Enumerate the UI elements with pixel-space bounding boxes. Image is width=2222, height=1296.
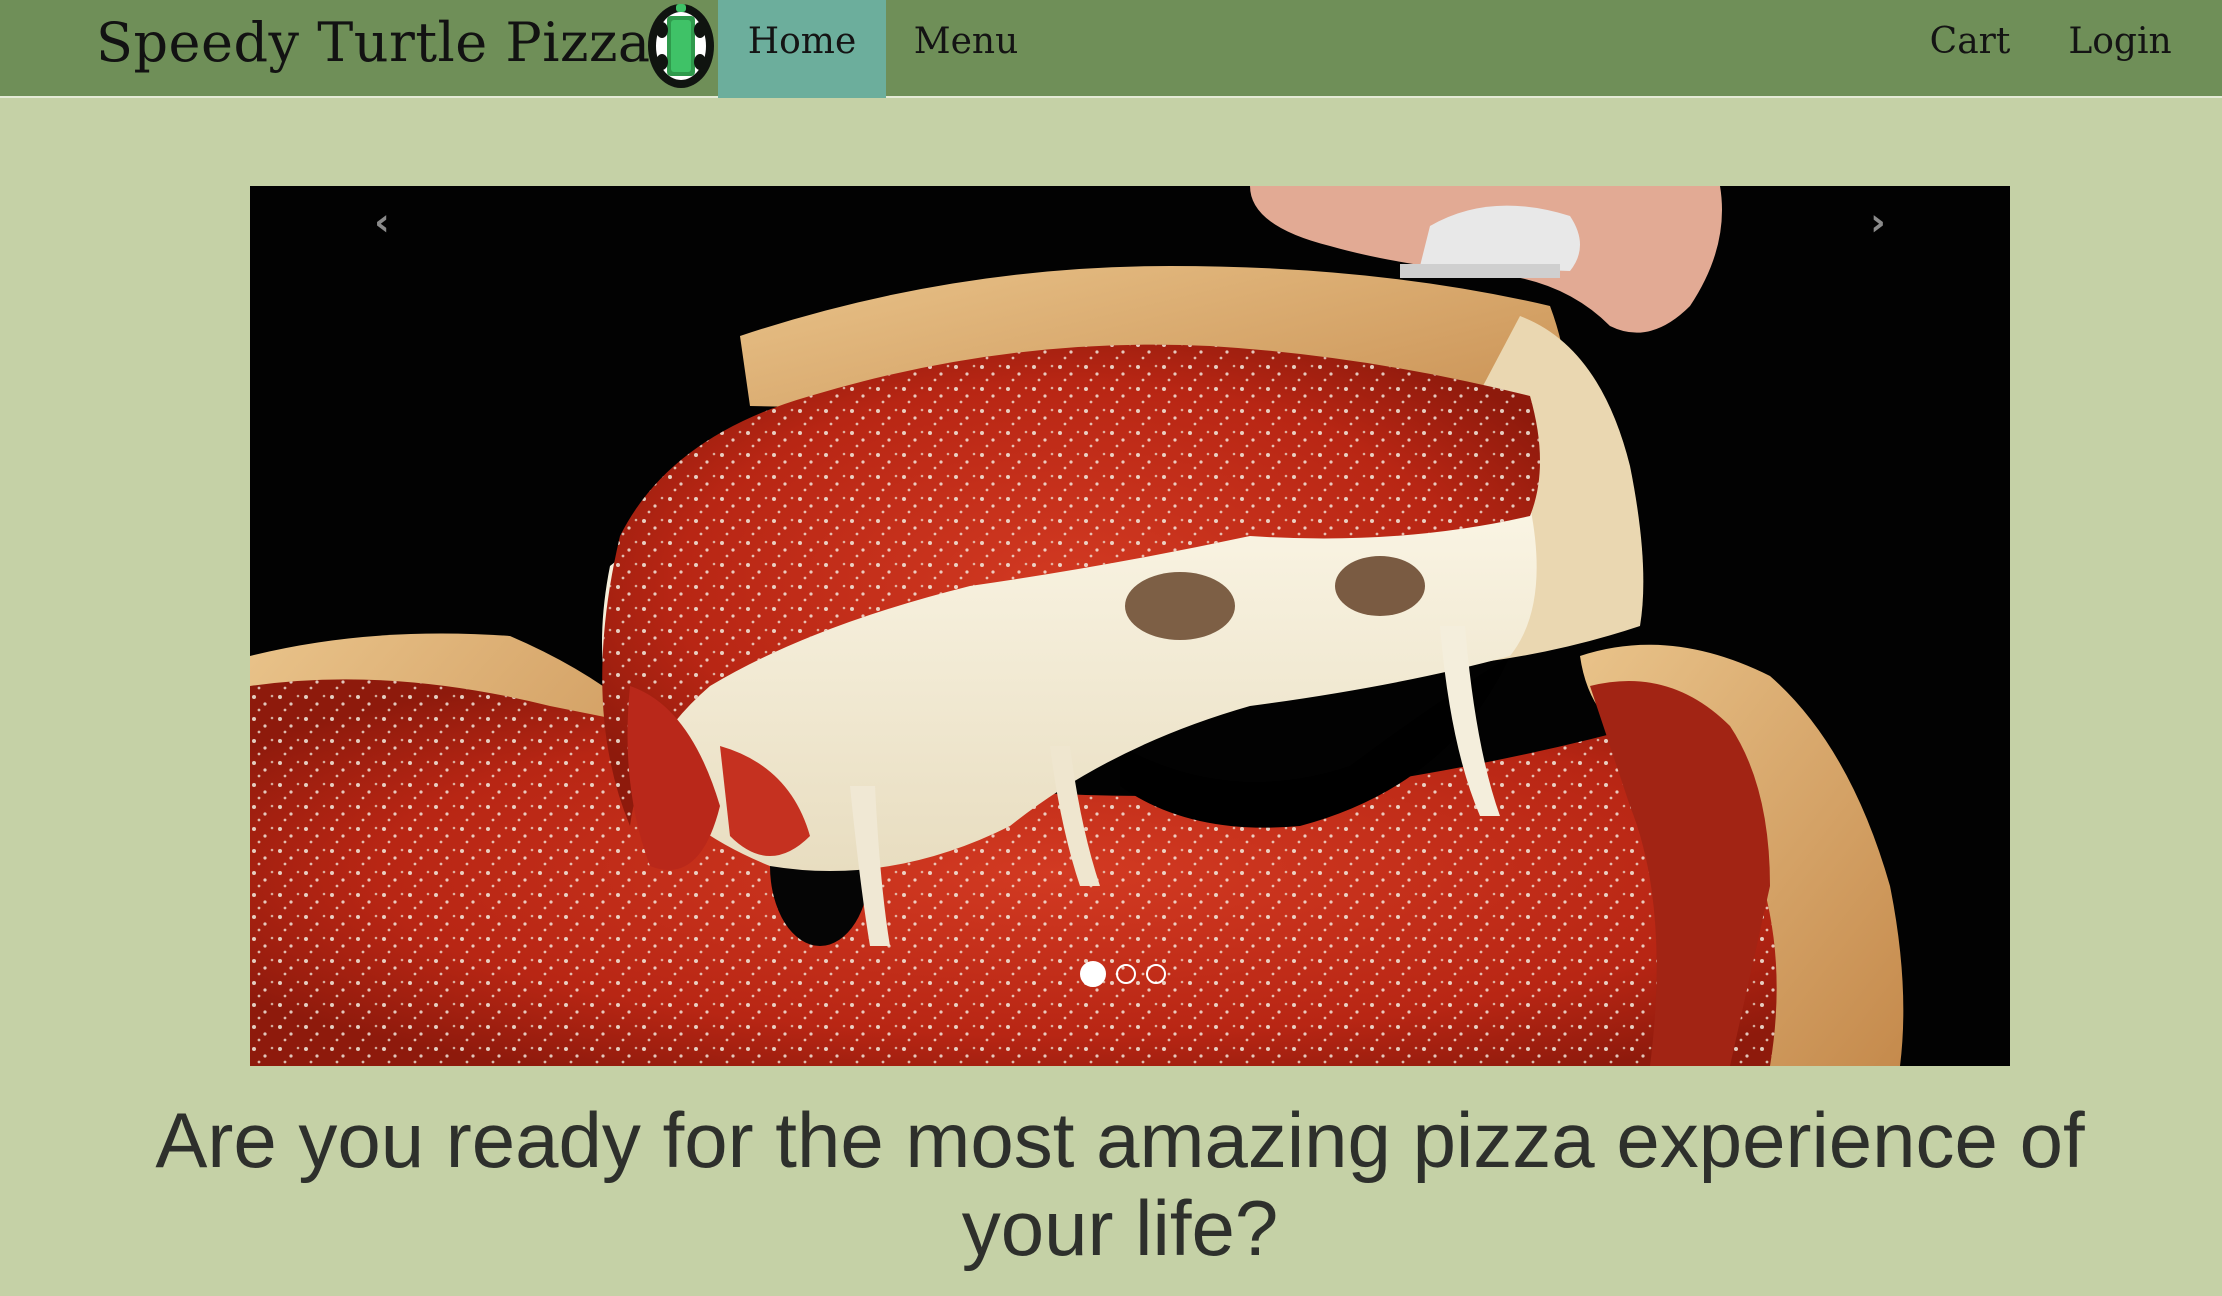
brand-link[interactable]: Speedy Turtle Pizza [96,0,651,98]
nav-menu[interactable]: Menu [896,0,1036,98]
turtle-logo-icon [648,4,714,88]
carousel-indicator-2[interactable] [1116,964,1136,984]
navbar: Speedy Turtle Pizza Home Menu Cart Login [0,0,2222,98]
carousel-next-button[interactable]: › [1858,202,1898,242]
nav-home[interactable]: Home [718,0,886,98]
hero-headline: Are you ready for the most amazing pizza… [155,1096,2085,1272]
nav-login[interactable]: Login [2050,0,2190,98]
deep-dish-pizza-photo [250,186,2010,1066]
carousel-prev-button[interactable]: ‹ [362,202,402,242]
carousel-indicators [1080,960,1166,990]
nav-cart[interactable]: Cart [1910,0,2030,98]
carousel-indicator-1[interactable] [1080,961,1106,987]
carousel-indicator-3[interactable] [1146,964,1166,984]
image-carousel[interactable]: ‹ › [250,186,2010,1066]
